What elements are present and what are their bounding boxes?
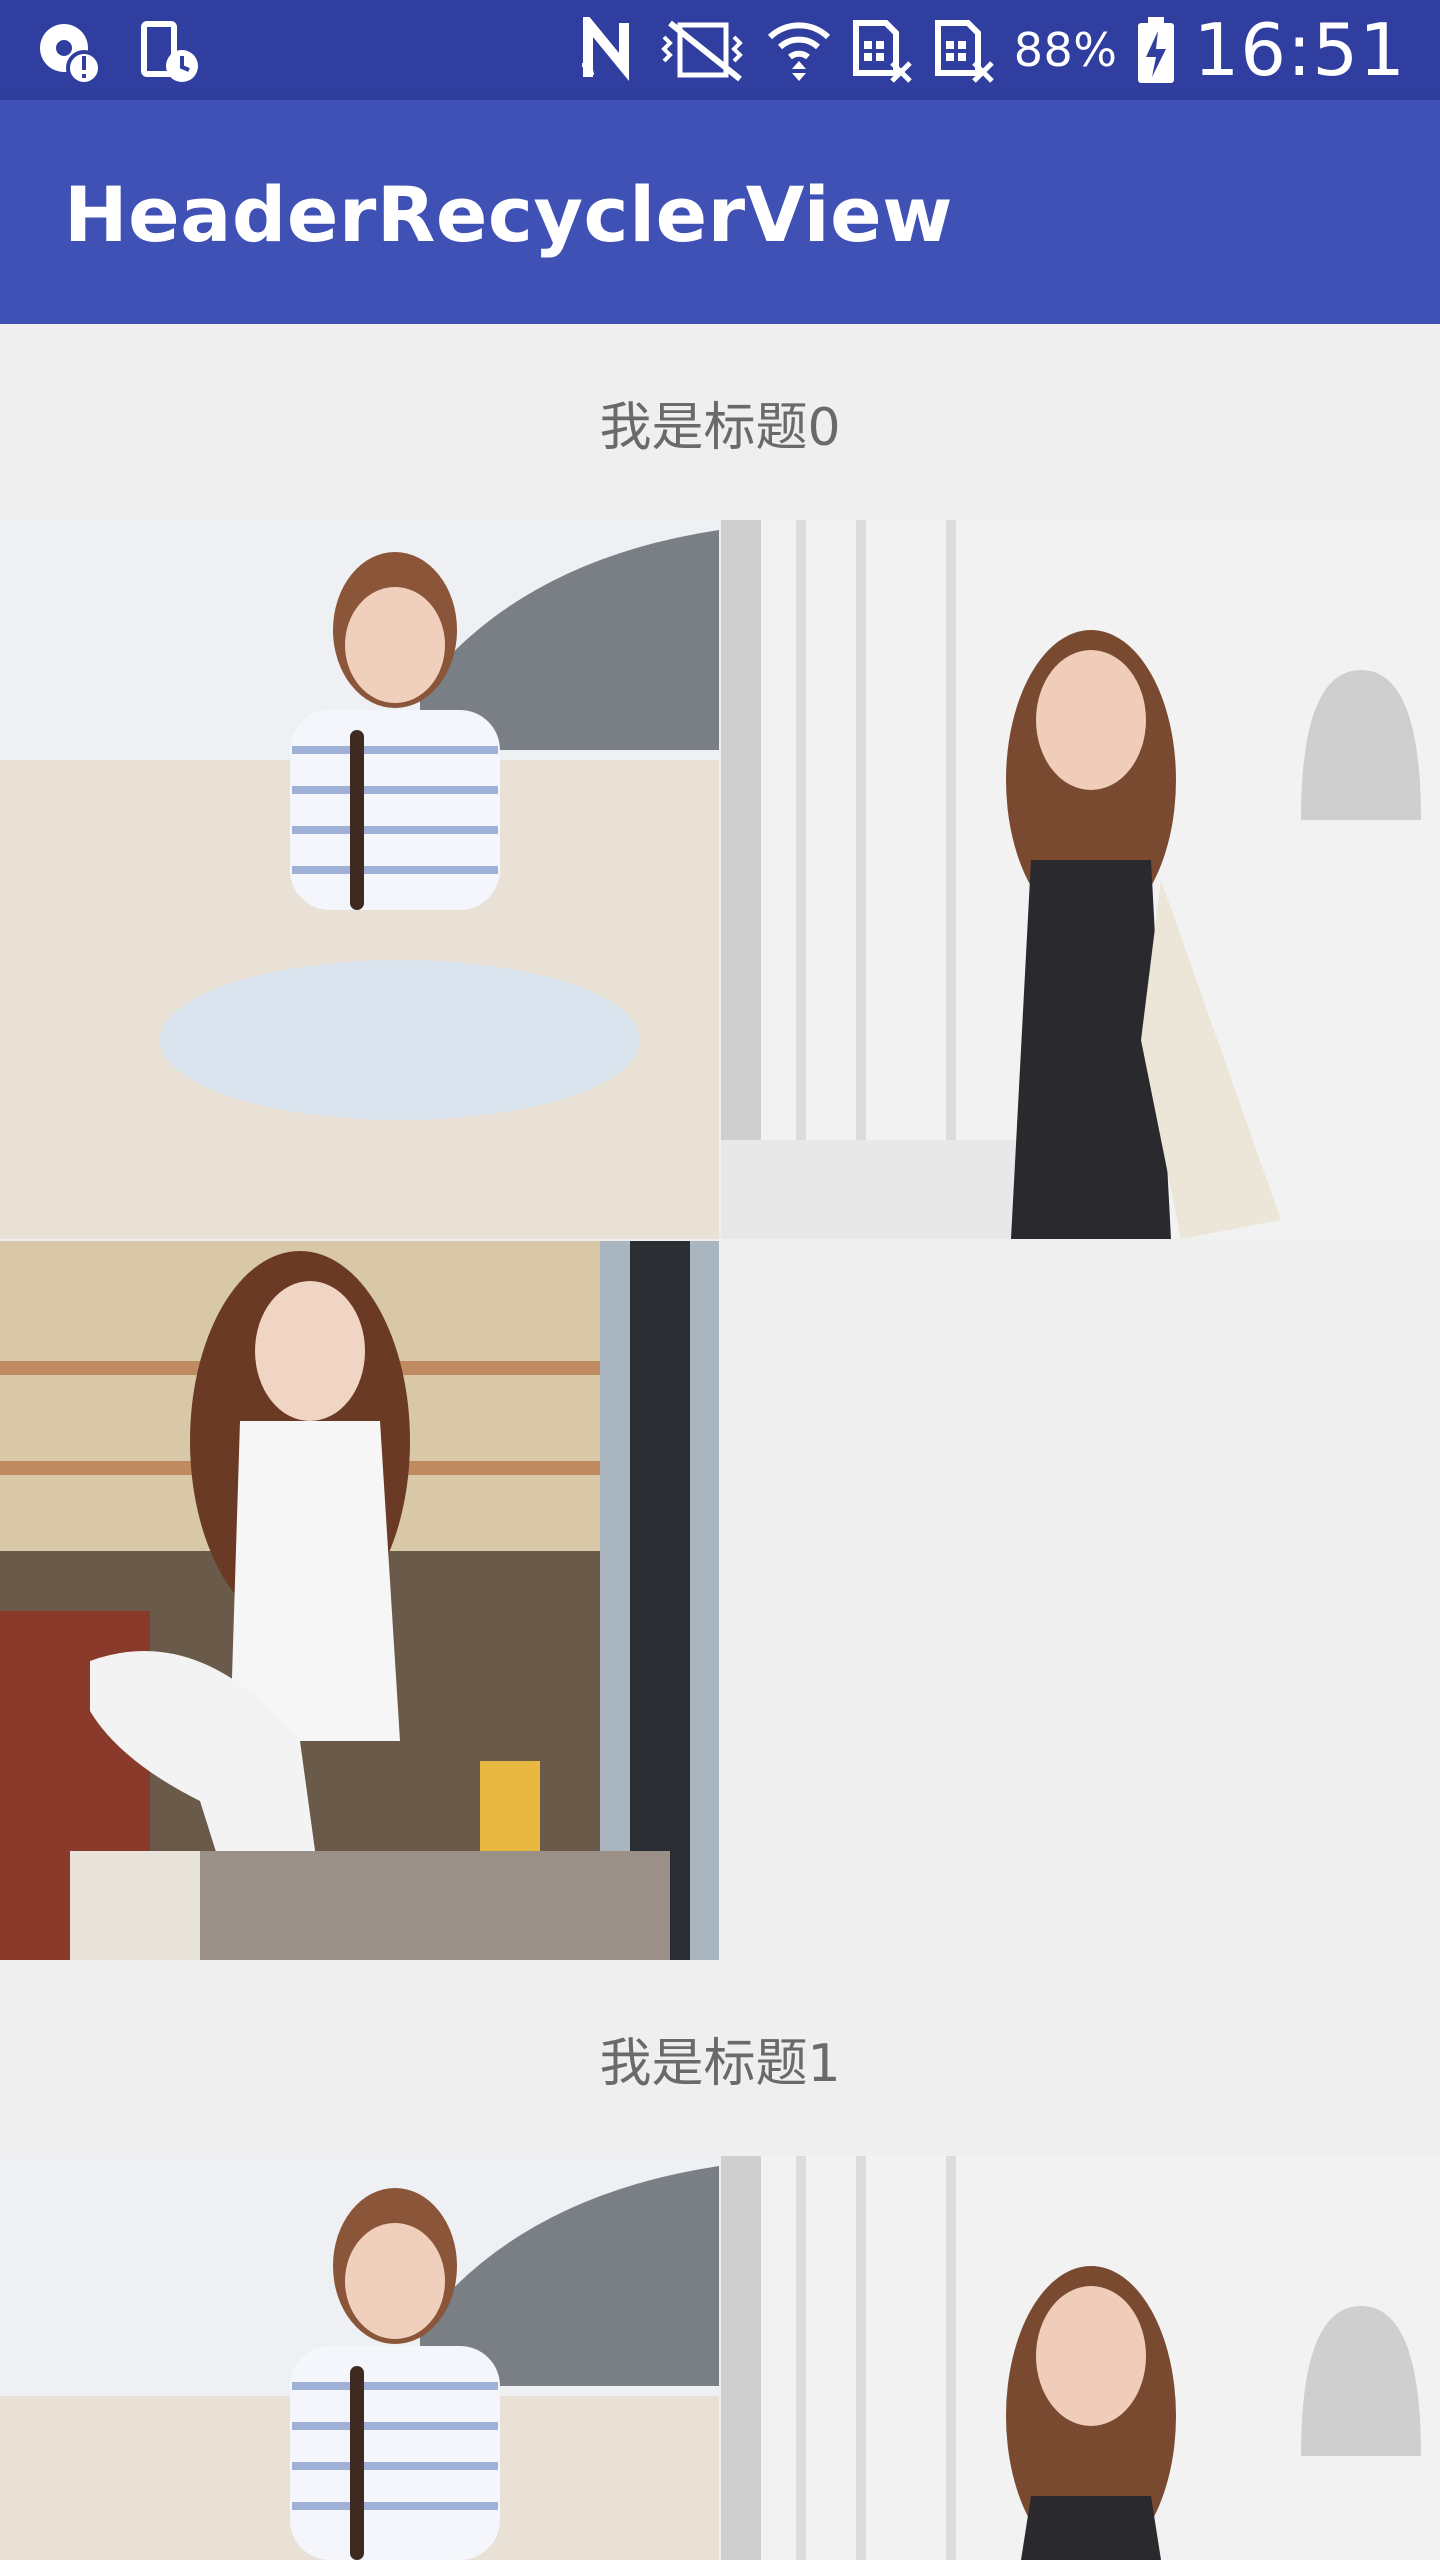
app-title: HeaderRecyclerView [64,170,953,259]
nfc-icon [578,17,640,83]
vibrate-icon [658,17,748,83]
photo-tile[interactable] [0,2156,719,2560]
photo-tile[interactable] [0,520,719,1239]
wifi-icon [766,15,832,85]
battery-charging-icon [1136,15,1176,85]
sim-no-signal-icon [932,15,996,85]
app-bar: HeaderRecyclerView [0,100,1440,324]
alert-icon [34,18,104,88]
section-header: 我是标题0 [599,397,841,458]
photo-tile[interactable] [0,1241,719,1960]
device-clock-icon [138,20,202,86]
sim-no-signal-icon [850,15,914,85]
section-header: 我是标题1 [599,2033,841,2094]
recycler-view[interactable]: 我是标题0 我是标题1 [0,324,1440,2560]
clock-time: 16:51 [1193,8,1406,92]
photo-tile[interactable] [721,520,1440,1239]
status-bar: 88% 16:51 [0,0,1440,100]
photo-tile[interactable] [721,2156,1440,2560]
battery-percent: 88% [1013,23,1118,77]
